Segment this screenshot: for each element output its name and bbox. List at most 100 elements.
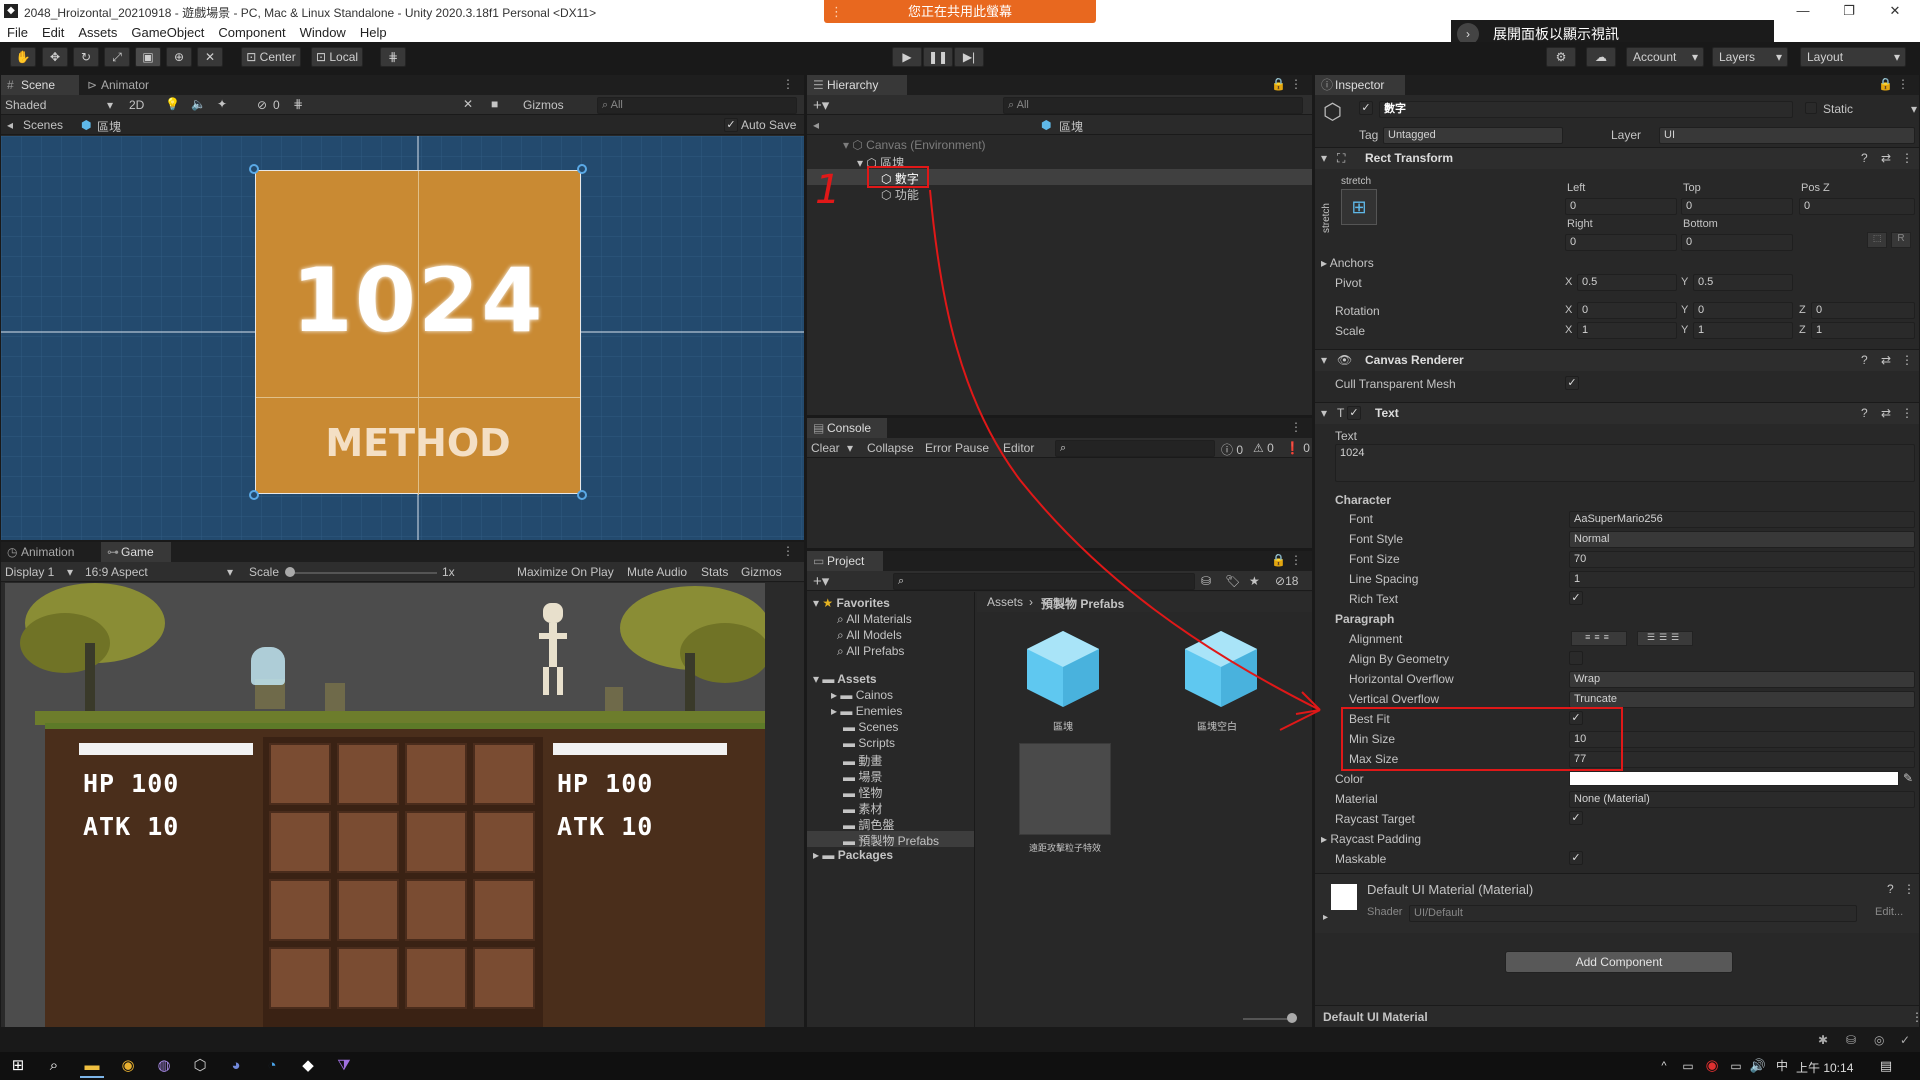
rich-text-checkbox[interactable]: ✓ bbox=[1569, 591, 1583, 605]
screen-share-banner[interactable]: ⋮ 您正在共用此螢幕 bbox=[824, 0, 1096, 23]
asset-folder[interactable]: ▬ Scripts bbox=[843, 736, 895, 750]
rotate-tool-icon[interactable]: ↻ bbox=[73, 47, 99, 67]
menu-file[interactable]: File bbox=[0, 24, 35, 40]
more-options-icon[interactable]: ⋮ bbox=[782, 77, 794, 91]
tab-animation[interactable]: ◷ Animation bbox=[1, 542, 101, 562]
gizmos-dropdown[interactable]: Gizmos bbox=[523, 98, 564, 112]
chrome-icon[interactable]: ◉ bbox=[116, 1054, 140, 1078]
right-input[interactable]: 0 bbox=[1565, 234, 1677, 251]
search-icon[interactable]: ⌕ bbox=[42, 1054, 66, 1078]
transform-tool-icon[interactable]: ⊕ bbox=[166, 47, 192, 67]
notifications-icon[interactable]: ▤ bbox=[1874, 1054, 1898, 1078]
chevron-down-icon[interactable]: ▾ bbox=[847, 441, 853, 455]
chevron-down-icon[interactable]: ▾ bbox=[1911, 102, 1917, 116]
menu-component[interactable]: Component bbox=[211, 24, 292, 40]
preset-icon[interactable]: ⇄ bbox=[1881, 151, 1891, 165]
audio-icon[interactable]: 🔈 bbox=[191, 97, 206, 111]
board-tile[interactable] bbox=[337, 743, 399, 805]
object-name-input[interactable]: 數字 bbox=[1379, 101, 1793, 118]
display-dropdown[interactable]: Display 1 bbox=[5, 565, 54, 579]
unity-hub-icon[interactable]: ⬡ bbox=[188, 1054, 212, 1078]
rotation-y-input[interactable]: 0 bbox=[1693, 302, 1793, 319]
collab-icon[interactable]: ⚙ bbox=[1546, 47, 1576, 67]
clear-button[interactable]: Clear bbox=[811, 441, 840, 455]
rotation-z-input[interactable]: 0 bbox=[1811, 302, 1915, 319]
add-component-button[interactable]: Add Component bbox=[1505, 951, 1733, 973]
blueprint-mode-icon[interactable]: ⬚ bbox=[1867, 232, 1887, 248]
maskable-checkbox[interactable]: ✓ bbox=[1569, 851, 1583, 865]
rect-handle[interactable] bbox=[577, 164, 587, 174]
board-tile[interactable] bbox=[269, 879, 331, 941]
thumbnail-size-thumb[interactable] bbox=[1287, 1013, 1297, 1023]
play-button[interactable]: ▶ bbox=[892, 47, 922, 67]
tab-project[interactable]: ▭ Project bbox=[807, 551, 883, 571]
vertical-overflow-dropdown[interactable]: Truncate bbox=[1569, 691, 1915, 708]
preset-icon[interactable]: ⇄ bbox=[1881, 406, 1891, 420]
maximize-on-play-toggle[interactable]: Maximize On Play bbox=[517, 565, 614, 579]
text-enabled-checkbox[interactable]: ✓ bbox=[1347, 406, 1361, 420]
menu-gameobject[interactable]: GameObject bbox=[124, 24, 211, 40]
rotation-x-input[interactable]: 0 bbox=[1577, 302, 1677, 319]
mute-audio-toggle[interactable]: Mute Audio bbox=[627, 565, 687, 579]
asset-folder[interactable]: ▬ 動畫 bbox=[843, 752, 882, 769]
auto-save-checkbox[interactable]: ✓ bbox=[724, 118, 738, 132]
asset-folder[interactable]: ▸ ▬ Cainos bbox=[831, 688, 893, 702]
shader-edit-button[interactable]: Edit... bbox=[1875, 906, 1903, 918]
static-checkbox[interactable] bbox=[1805, 102, 1817, 114]
raycast-target-checkbox[interactable]: ✓ bbox=[1569, 811, 1583, 825]
footer-material-label[interactable]: Default UI Material bbox=[1323, 1010, 1428, 1024]
lock-icon[interactable]: 🔒 bbox=[1878, 77, 1893, 91]
tab-game[interactable]: ⊶ Game bbox=[101, 542, 171, 562]
font-style-dropdown[interactable]: Normal bbox=[1569, 531, 1915, 548]
close-button[interactable]: ✕ bbox=[1872, 0, 1918, 24]
visual-studio-icon[interactable]: ⧩ bbox=[332, 1054, 356, 1078]
game-gizmos-dropdown[interactable]: Gizmos bbox=[741, 565, 782, 579]
help-icon[interactable]: ? bbox=[1887, 882, 1894, 896]
discord-icon[interactable]: ◕ bbox=[224, 1054, 248, 1078]
pivot-y-input[interactable]: 0.5 bbox=[1693, 274, 1793, 291]
pivot-x-input[interactable]: 0.5 bbox=[1577, 274, 1677, 291]
menu-help[interactable]: Help bbox=[353, 24, 394, 40]
favorites-header[interactable]: ▾ ★ Favorites bbox=[813, 596, 890, 610]
tab-inspector[interactable]: ⓘ Inspector bbox=[1315, 75, 1405, 95]
game-viewport[interactable]: HP 100 ATK 10 HP 100 ATK 10 bbox=[1, 583, 804, 1027]
raw-edit-button[interactable]: R bbox=[1891, 232, 1911, 248]
board-tile[interactable] bbox=[337, 947, 399, 1009]
rect-transform-header[interactable]: ▾ ⛶ Rect Transform ? ⇄ ⋮ bbox=[1315, 147, 1919, 169]
preset-icon[interactable]: ⇄ bbox=[1881, 353, 1891, 367]
more-options-icon[interactable]: ⋮ bbox=[1903, 882, 1915, 896]
layout-dropdown[interactable]: Layout ▾ bbox=[1800, 47, 1906, 67]
pause-button[interactable]: ❚❚ bbox=[923, 47, 953, 67]
board-tile[interactable] bbox=[405, 947, 467, 1009]
teams-icon[interactable]: ◔ bbox=[260, 1054, 284, 1078]
add-icon[interactable]: +▾ bbox=[813, 96, 829, 114]
hierarchy-item[interactable]: ▾ ⬡ Canvas (Environment) bbox=[843, 138, 986, 152]
chevron-up-icon[interactable]: ^ bbox=[1652, 1054, 1676, 1078]
account-dropdown[interactable]: Account ▾ bbox=[1626, 47, 1704, 67]
raycast-padding-foldout[interactable]: ▸ Raycast Padding bbox=[1321, 832, 1421, 846]
rect-handle[interactable] bbox=[577, 490, 587, 500]
cache-icon[interactable]: ⛁ bbox=[1846, 1033, 1856, 1047]
help-icon[interactable]: ? bbox=[1861, 353, 1868, 367]
minimize-button[interactable]: — bbox=[1780, 0, 1826, 24]
rect-handle[interactable] bbox=[249, 164, 259, 174]
scale-y-input[interactable]: 1 bbox=[1693, 322, 1793, 339]
material-object-field[interactable]: None (Material) bbox=[1569, 791, 1915, 808]
drag-handle-icon[interactable]: ⋮ bbox=[830, 0, 843, 23]
menu-assets[interactable]: Assets bbox=[71, 24, 124, 40]
taskbar-clock[interactable]: 上午 10:14 bbox=[1796, 1059, 1853, 1076]
breadcrumb-scenes[interactable]: Scenes bbox=[23, 118, 63, 132]
asset-folder[interactable]: ▬ 素材 bbox=[843, 800, 882, 817]
layers-dropdown[interactable]: Layers ▾ bbox=[1712, 47, 1788, 67]
chat-icon[interactable]: ▭ bbox=[1676, 1054, 1700, 1078]
board-tile[interactable] bbox=[269, 947, 331, 1009]
board-tile[interactable] bbox=[337, 879, 399, 941]
tools-icon[interactable]: ✕ bbox=[463, 97, 473, 111]
asset-folder-selected[interactable]: ▬ 預製物 Prefabs bbox=[843, 832, 939, 849]
lighting-icon[interactable]: 💡 bbox=[165, 97, 180, 111]
tab-scene[interactable]: # Scene bbox=[1, 75, 79, 95]
board-tile[interactable] bbox=[337, 811, 399, 873]
move-tool-icon[interactable]: ✥ bbox=[42, 47, 68, 67]
thumbnail-size-slider[interactable] bbox=[1243, 1018, 1293, 1020]
color-swatch[interactable] bbox=[1569, 771, 1899, 786]
